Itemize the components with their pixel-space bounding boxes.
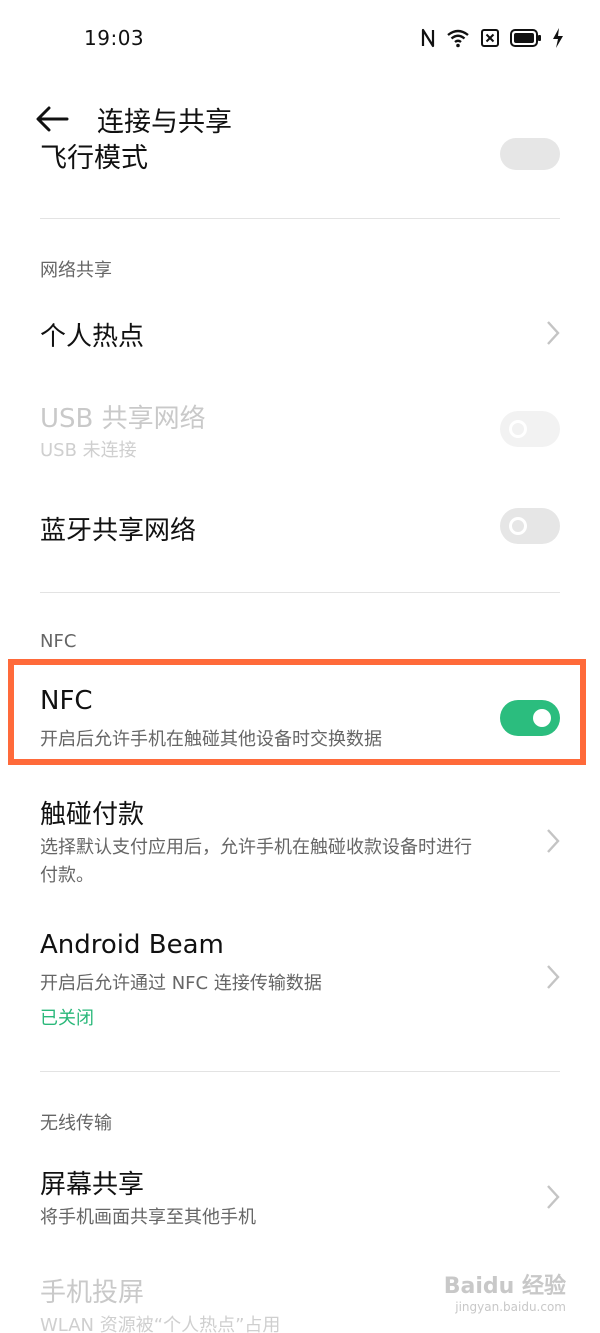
toggle-knob [509, 517, 527, 535]
airplane-mode-toggle[interactable] [500, 138, 560, 170]
screen-share-row[interactable]: 屏幕共享 将手机画面共享至其他手机 [0, 1160, 600, 1236]
usb-tethering-row[interactable]: USB 共享网络 USB 未连接 [0, 390, 600, 470]
screen-share-sub: 将手机画面共享至其他手机 [40, 1207, 256, 1228]
toggle-knob [509, 420, 527, 438]
charging-icon [553, 28, 563, 48]
status-icons [420, 26, 564, 50]
android-beam-status: 已关闭 [40, 1008, 94, 1029]
chevron-right-icon [547, 321, 560, 345]
divider [40, 1071, 560, 1072]
usb-tethering-sub: USB 未连接 [40, 440, 137, 461]
tap-to-pay-sub-line1: 选择默认支付应用后，允许手机在触碰收款设备时进行 [40, 837, 472, 858]
highlight-box [8, 659, 586, 765]
bluetooth-tethering-row[interactable]: 蓝牙共享网络 [0, 492, 600, 562]
wifi-icon [447, 29, 469, 48]
android-beam-label: Android Beam [40, 930, 224, 960]
hotspot-row[interactable]: 个人热点 [0, 300, 600, 366]
android-beam-row[interactable]: Android Beam 开启后允许通过 NFC 连接传输数据 已关闭 [0, 926, 600, 1036]
arrow-left-icon [36, 106, 69, 132]
tap-to-pay-label: 触碰付款 [40, 800, 145, 830]
chevron-right-icon [547, 965, 560, 989]
bluetooth-tethering-toggle[interactable] [500, 508, 560, 544]
section-header-network-sharing: 网络共享 [40, 260, 112, 281]
status-bar: 19:03 [0, 0, 600, 76]
airplane-mode-row-partial[interactable]: 飞行模式 [40, 132, 560, 172]
bluetooth-tethering-label: 蓝牙共享网络 [40, 516, 197, 546]
screen-cast-label: 手机投屏 [40, 1278, 145, 1308]
divider [40, 592, 560, 593]
tap-to-pay-row[interactable]: 触碰付款 选择默认支付应用后，允许手机在触碰收款设备时进行 付款。 [0, 790, 600, 900]
divider [40, 218, 560, 219]
section-header-wireless: 无线传输 [40, 1113, 112, 1134]
watermark: Baidu 经验 jingyan.baidu.com [444, 1268, 566, 1314]
status-time: 19:03 [84, 26, 145, 50]
hotspot-label: 个人热点 [40, 322, 145, 352]
android-beam-sub: 开启后允许通过 NFC 连接传输数据 [40, 973, 322, 994]
chevron-right-icon [547, 829, 560, 853]
airplane-mode-label: 飞行模式 [40, 143, 148, 172]
battery-icon [510, 29, 541, 47]
usb-tethering-label: USB 共享网络 [40, 404, 206, 434]
watermark-brand: Baidu 经验 [443, 1274, 566, 1299]
sim-disabled-icon [481, 29, 499, 47]
screen-cast-sub: WLAN 资源被“个人热点”占用 [40, 1315, 281, 1333]
screen-share-label: 屏幕共享 [40, 1170, 145, 1200]
section-header-nfc: NFC [40, 631, 77, 652]
back-button[interactable] [34, 102, 70, 136]
chevron-right-icon [547, 1185, 560, 1209]
nfc-status-icon [421, 28, 435, 48]
tap-to-pay-sub-line2: 付款。 [40, 865, 94, 886]
watermark-url: jingyan.baidu.com [455, 1300, 566, 1314]
usb-tethering-toggle[interactable] [500, 411, 560, 447]
